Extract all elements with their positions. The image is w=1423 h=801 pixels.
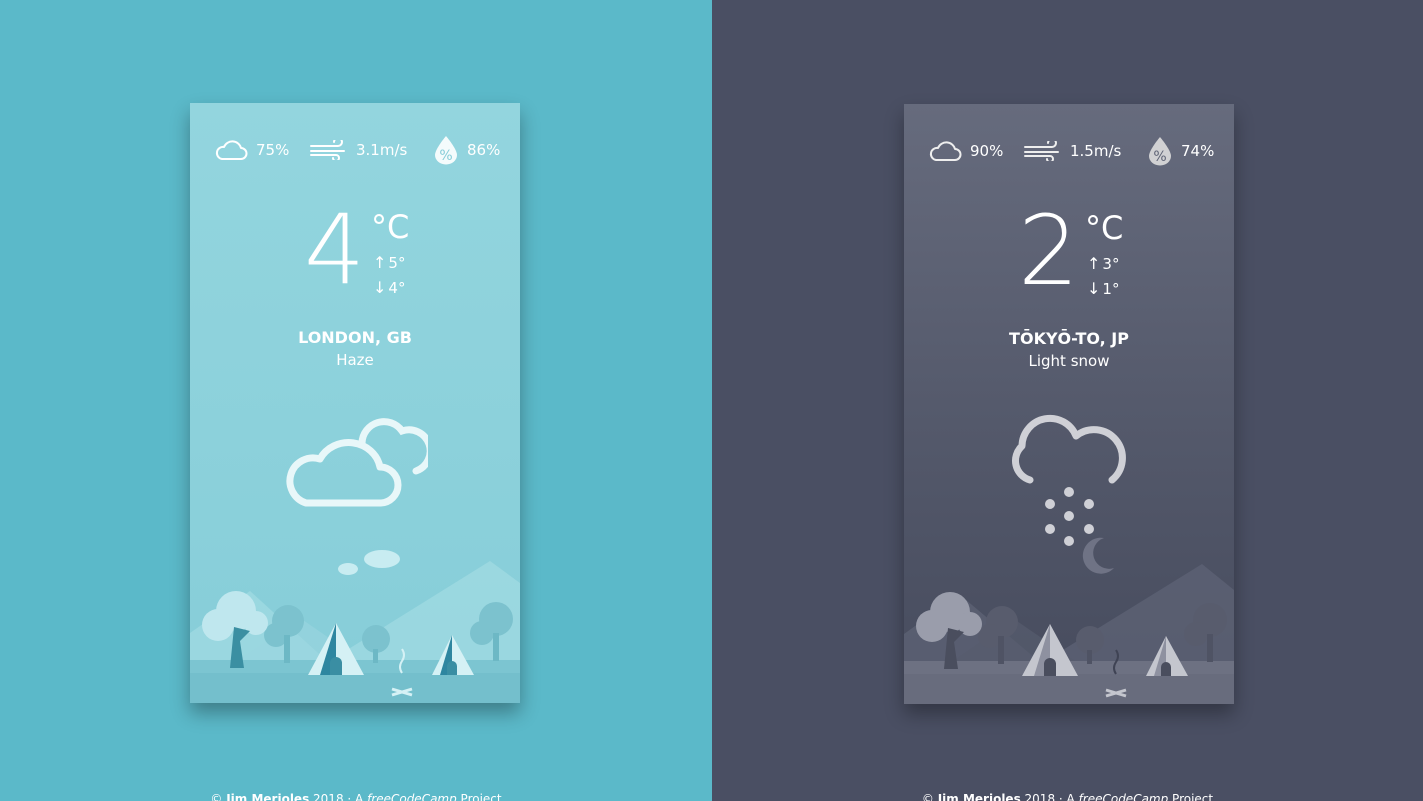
footer-credit: © Jim Merioles 2018 · A freeCodeCamp Pro… (0, 792, 712, 801)
cloudiness-stat: 90% (928, 136, 1003, 166)
temperature-high: ↑ 3° (1087, 254, 1119, 273)
temperature-value: 2 (1018, 195, 1080, 307)
footer-prefix: © (210, 792, 227, 801)
night-panel: 90% 1.5m/s % 74% 2 °C ↑ 3° ↓ 1° TŌKYŌ-TO, … (712, 0, 1423, 801)
footer-prefix: © (921, 792, 938, 801)
temperature-high-value: 5° (388, 253, 406, 272)
arrow-up-icon: ↑ (373, 253, 387, 272)
footer-middle: 2018 · A (309, 792, 368, 801)
wind-value: 1.5m/s (1070, 142, 1122, 160)
temperature-low: ↓ 1° (1087, 279, 1119, 298)
svg-text:%: % (439, 148, 452, 164)
humidity-stat: % 86% (433, 135, 500, 165)
camping-landscape-illustration (190, 550, 520, 703)
weather-stats: 90% 1.5m/s % 74% (904, 136, 1234, 166)
wind-icon (1024, 141, 1059, 161)
temperature-low-value: 4° (388, 278, 406, 297)
arrow-up-icon: ↑ (1087, 254, 1101, 273)
temperature-low-value: 1° (1102, 279, 1120, 298)
humidity-value: 86% (467, 141, 501, 159)
footer-author-link[interactable]: Jim Merioles (938, 792, 1021, 801)
cloud-icon (215, 140, 248, 160)
footer-suffix: Project (1168, 792, 1214, 801)
wind-value: 3.1m/s (356, 141, 408, 159)
cloudiness-stat: 75% (214, 135, 289, 165)
cloud-icon (929, 141, 962, 161)
temperature-block: 4 °C ↑ 5° ↓ 4° (190, 195, 520, 313)
wind-stat: 3.1m/s (310, 135, 407, 165)
location-name: TŌKYŌ-TO, JP (1009, 329, 1129, 348)
temperature-unit: °C (371, 208, 410, 246)
footer-author-link[interactable]: Jim Merioles (226, 792, 309, 801)
weather-card-london: 75% 3.1m/s % 86% 4 °C ↑ 5° ↓ 4° LONDON, GB… (190, 103, 520, 703)
camping-landscape-illustration (904, 564, 1234, 704)
humidity-drop-icon: % (435, 136, 457, 165)
humidity-drop-icon: % (1149, 137, 1171, 166)
svg-text:%: % (1153, 149, 1166, 165)
wind-icon (310, 140, 345, 160)
arrow-down-icon: ↓ (373, 278, 387, 297)
temperature-low: ↓ 4° (373, 278, 405, 297)
day-panel: 75% 3.1m/s % 86% 4 °C ↑ 5° ↓ 4° LONDON, GB… (0, 0, 712, 801)
arrow-down-icon: ↓ (1087, 279, 1101, 298)
footer-credit: © Jim Merioles 2018 · A freeCodeCamp Pro… (712, 792, 1423, 801)
footer-suffix: Project (456, 792, 502, 801)
weather-description: Light snow (1028, 352, 1110, 370)
humidity-stat: % 74% (1147, 136, 1214, 166)
temperature-high: ↑ 5° (373, 253, 405, 272)
temperature-block: 2 °C ↑ 3° ↓ 1° (904, 196, 1234, 314)
cloud-icon (286, 418, 428, 507)
location-name: LONDON, GB (298, 328, 412, 347)
footer-middle: 2018 · A (1020, 792, 1079, 801)
temperature-value: 4 (304, 194, 366, 306)
cloudiness-value: 75% (256, 141, 290, 159)
footer-brand-link[interactable]: freeCodeCamp (367, 792, 457, 801)
humidity-value: 74% (1181, 142, 1215, 160)
cloudiness-value: 90% (970, 142, 1004, 160)
wind-stat: 1.5m/s (1024, 136, 1121, 166)
temperature-high-value: 3° (1102, 254, 1120, 273)
weather-description: Haze (336, 351, 374, 369)
temperature-unit: °C (1085, 209, 1124, 247)
footer-brand-link[interactable]: freeCodeCamp (1079, 792, 1169, 801)
weather-stats: 75% 3.1m/s % 86% (190, 135, 520, 165)
weather-card-tokyo: 90% 1.5m/s % 74% 2 °C ↑ 3° ↓ 1° TŌKYŌ-TO, … (904, 104, 1234, 704)
